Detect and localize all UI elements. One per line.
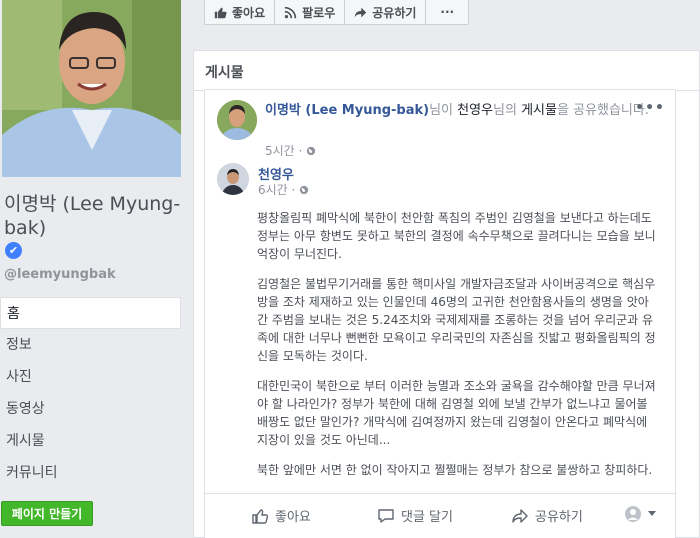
post-card: 이명박 (Lee Myung-bak)님이 천영우님의 게시물을 공유했습니다.… xyxy=(204,89,676,538)
follow-page-button[interactable]: 팔로우 xyxy=(274,0,346,25)
more-options-button[interactable]: ··· xyxy=(425,0,470,25)
verified-badge-icon: ✔ xyxy=(5,242,22,259)
comment-button[interactable]: 댓글 달기 xyxy=(377,506,453,525)
post-time[interactable]: 5시간 xyxy=(265,144,295,158)
more-dots-icon: ··· xyxy=(440,5,455,19)
share-arrow-icon xyxy=(512,508,528,523)
share-connector: 님의 xyxy=(493,103,522,118)
nav-item-community[interactable]: 커뮤니티 xyxy=(0,457,181,489)
like-page-button[interactable]: 좋아요 xyxy=(204,0,276,25)
post-actions: 좋아요 댓글 달기 공유하기 xyxy=(205,493,675,538)
page-action-bar: 좋아요 팔로우 공유하기 ··· xyxy=(204,0,470,25)
nav-item-photos[interactable]: 사진 xyxy=(0,361,181,393)
inner-post-time[interactable]: 6시간 xyxy=(258,183,288,197)
page-name[interactable]: 이명박 (Lee Myung-bak) xyxy=(4,192,188,240)
share-header: 이명박 (Lee Myung-bak)님이 천영우님의 게시물을 공유했습니다. xyxy=(265,101,650,121)
like-label: 좋아요 xyxy=(275,510,311,525)
inner-post-timestamp[interactable]: 6시간 · xyxy=(258,181,309,198)
post-paragraph: 북한 앞에만 서면 한 없이 작아지고 쩔쩔매는 정부가 참으로 불쌍하고 창피… xyxy=(257,463,653,477)
page-nav: 홈 정보 사진 동영상 게시물 커뮤니티 xyxy=(0,297,181,489)
share-button[interactable]: 공유하기 xyxy=(511,506,583,525)
post-body: 평창올림픽 폐막식에 북한이 천안함 폭침의 주범인 김영철을 보낸다고 하는데… xyxy=(257,209,657,491)
caret-down-icon xyxy=(648,511,656,516)
globe-icon xyxy=(307,146,316,156)
share-label: 공유하기 xyxy=(535,510,583,525)
original-author-link[interactable]: 천영우 xyxy=(457,103,493,118)
nav-item-posts[interactable]: 게시물 xyxy=(0,425,181,457)
share-page-label: 공유하기 xyxy=(372,5,417,20)
thumbs-up-icon xyxy=(214,7,227,18)
follow-page-label: 팔로우 xyxy=(302,5,336,20)
author-avatar[interactable] xyxy=(217,163,249,195)
section-title: 게시물 xyxy=(205,65,244,81)
thumbs-up-icon xyxy=(252,508,269,524)
profile-avatar-icon xyxy=(625,506,641,522)
rss-icon xyxy=(284,6,297,18)
page-handle[interactable]: @leemyungbak xyxy=(4,267,116,282)
like-button[interactable]: 좋아요 xyxy=(251,506,311,525)
share-page-button[interactable]: 공유하기 xyxy=(344,0,427,25)
post-paragraph: 김영철은 불법무기거래를 통한 핵미사일 개발자금조달과 사이버공격으로 핵심우… xyxy=(257,277,656,363)
page-sidebar: 이명박 (Lee Myung-bak) ✔ @leemyungbak 홈 정보 … xyxy=(0,0,190,538)
profile-photo[interactable] xyxy=(2,0,181,177)
post-options-button[interactable]: ••• xyxy=(635,100,665,116)
nav-item-about[interactable]: 정보 xyxy=(0,329,181,361)
nav-item-home[interactable]: 홈 xyxy=(0,297,181,329)
comment-bubble-icon xyxy=(378,508,394,523)
audience-selector[interactable] xyxy=(625,506,657,522)
post-paragraph: 대한민국이 북한으로 부터 이러한 능멸과 조소와 굴욕을 감수해야할 만큼 무… xyxy=(257,379,656,447)
post-paragraph: 평창올림픽 폐막식에 북한이 천안함 폭침의 주범인 김영철을 보낸다고 하는데… xyxy=(257,211,656,261)
post-timestamp[interactable]: 5시간 · xyxy=(265,142,316,159)
share-connector: 님이 xyxy=(429,103,458,118)
globe-icon xyxy=(300,185,309,195)
sharer-avatar[interactable] xyxy=(217,100,257,140)
comment-label: 댓글 달기 xyxy=(401,510,453,525)
like-page-label: 좋아요 xyxy=(232,5,266,20)
sharer-name-link[interactable]: 이명박 (Lee Myung-bak) xyxy=(265,103,429,118)
nav-item-videos[interactable]: 동영상 xyxy=(0,393,181,425)
share-arrow-icon xyxy=(355,7,367,17)
shared-post-link[interactable]: 게시물 xyxy=(521,103,557,118)
create-page-button[interactable]: 페이지 만들기 xyxy=(1,501,93,526)
